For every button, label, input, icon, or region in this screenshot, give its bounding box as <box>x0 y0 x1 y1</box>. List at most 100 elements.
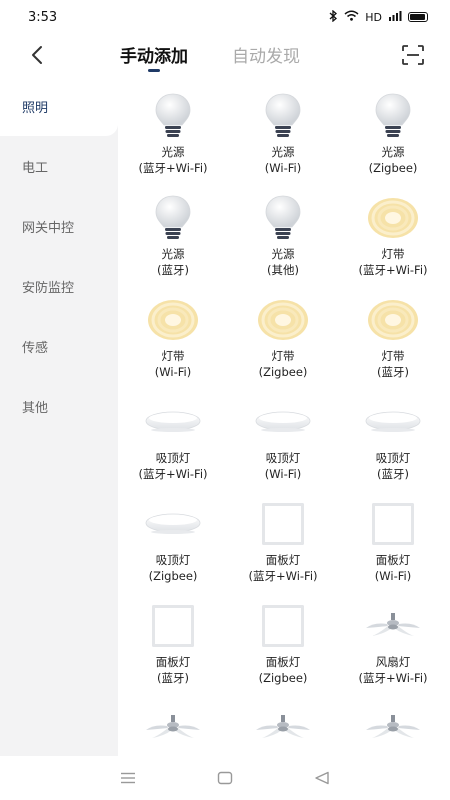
network-type-label: HD <box>365 10 382 24</box>
device-label: 灯带 (Zigbee) <box>259 348 308 380</box>
device-item[interactable]: 面板灯 (蓝牙+Wi-Fi) <box>228 498 338 600</box>
device-item[interactable]: 光源 (Wi-Fi) <box>228 90 338 192</box>
bluetooth-icon <box>329 9 338 25</box>
fan-light-icon <box>363 600 423 652</box>
battery-icon <box>408 12 428 22</box>
device-item[interactable]: 风扇灯 (蓝牙+Wi-Fi) <box>338 600 448 702</box>
device-item[interactable] <box>228 702 338 756</box>
fan-light-icon <box>363 702 423 754</box>
device-protocol: (Wi-Fi) <box>264 467 302 481</box>
device-protocol: (Zigbee) <box>258 671 308 685</box>
light-strip-icon <box>143 294 203 346</box>
device-protocol: (蓝牙+Wi-Fi) <box>138 467 208 481</box>
device-item[interactable]: 灯带 (Zigbee) <box>228 294 338 396</box>
device-label: 面板灯 (Zigbee) <box>259 654 308 686</box>
sidebar-item-gateway[interactable]: 网关中控 <box>0 196 118 256</box>
add-mode-tabs: 手动添加 自动发现 <box>120 38 300 72</box>
menu-button[interactable] <box>108 763 148 793</box>
panel-light-icon <box>143 600 203 652</box>
device-label: 吸顶灯 (蓝牙) <box>376 450 411 482</box>
sidebar-item-label: 安防监控 <box>22 280 75 296</box>
device-item[interactable]: 光源 (蓝牙) <box>118 192 228 294</box>
scan-button[interactable] <box>398 40 428 70</box>
system-nav-bar <box>0 756 450 800</box>
triangle-back-icon <box>314 771 329 785</box>
device-protocol: (Zigbee) <box>258 365 308 379</box>
device-item[interactable]: 光源 (蓝牙+Wi-Fi) <box>118 90 228 192</box>
device-item[interactable]: 面板灯 (Wi-Fi) <box>338 498 448 600</box>
light-strip-icon <box>253 294 313 346</box>
device-item[interactable]: 灯带 (Wi-Fi) <box>118 294 228 396</box>
device-name: 光源 <box>161 247 185 261</box>
sidebar-item-label: 照明 <box>22 100 49 116</box>
status-time: 3:53 <box>28 9 58 25</box>
device-grid-panel: 光源 (蓝牙+Wi-Fi) 光源 (Wi-Fi) 光源 (Zigbee) 光源 (蓝牙) 光源 (… <box>118 76 450 756</box>
device-item[interactable]: 面板灯 (蓝牙) <box>118 600 228 702</box>
panel-light-icon <box>253 498 313 550</box>
sidebar-item-electrical[interactable]: 电工 <box>0 136 118 196</box>
device-item[interactable] <box>118 702 228 756</box>
device-label: 吸顶灯 (Wi-Fi) <box>265 450 301 482</box>
back-button[interactable] <box>22 40 52 70</box>
header: 手动添加 自动发现 <box>0 34 450 76</box>
light-strip-icon <box>363 192 423 244</box>
scan-icon <box>402 45 424 65</box>
device-label: 灯带 (蓝牙) <box>377 348 409 380</box>
device-name: 光源 <box>381 145 405 159</box>
fan-light-icon <box>253 702 313 754</box>
ceiling-light-icon <box>143 498 203 550</box>
device-item[interactable]: 吸顶灯 (Zigbee) <box>118 498 228 600</box>
device-label: 光源 (Zigbee) <box>369 144 418 176</box>
device-item[interactable]: 吸顶灯 (蓝牙) <box>338 396 448 498</box>
device-label: 吸顶灯 (蓝牙+Wi-Fi) <box>138 450 207 482</box>
fan-light-icon <box>143 702 203 754</box>
sidebar-item-label: 其他 <box>22 400 49 416</box>
device-label: 面板灯 (Wi-Fi) <box>375 552 411 584</box>
device-label: 吸顶灯 (Zigbee) <box>149 552 198 584</box>
device-name: 面板灯 <box>265 553 301 567</box>
device-item[interactable]: 灯带 (蓝牙+Wi-Fi) <box>338 192 448 294</box>
device-name: 面板灯 <box>375 553 411 567</box>
sidebar-item-sensor[interactable]: 传感 <box>0 316 118 376</box>
device-name: 面板灯 <box>155 655 191 669</box>
device-label: 风扇灯 (蓝牙+Wi-Fi) <box>358 654 427 686</box>
device-item[interactable]: 光源 (其他) <box>228 192 338 294</box>
device-item[interactable]: 面板灯 (Zigbee) <box>228 600 338 702</box>
bulb-icon <box>143 90 203 142</box>
device-item[interactable]: 光源 (Zigbee) <box>338 90 448 192</box>
device-protocol: (蓝牙) <box>157 263 189 277</box>
home-button[interactable] <box>205 763 245 793</box>
status-bar: 3:53 HD <box>0 0 450 34</box>
ceiling-light-icon <box>143 396 203 448</box>
device-name: 光源 <box>271 247 295 261</box>
device-name: 面板灯 <box>265 655 301 669</box>
menu-icon <box>121 772 136 784</box>
back-nav-button[interactable] <box>302 763 342 793</box>
sidebar-item-security[interactable]: 安防监控 <box>0 256 118 316</box>
device-name: 吸顶灯 <box>155 553 191 567</box>
device-label: 光源 (其他) <box>267 246 299 278</box>
device-item[interactable]: 吸顶灯 (Wi-Fi) <box>228 396 338 498</box>
sidebar-item-other[interactable]: 其他 <box>0 376 118 436</box>
bulb-icon <box>363 90 423 142</box>
device-protocol: (蓝牙+Wi-Fi) <box>358 671 428 685</box>
device-protocol: (Zigbee) <box>368 161 418 175</box>
device-item[interactable]: 灯带 (蓝牙) <box>338 294 448 396</box>
sidebar-item-lighting[interactable]: 照明 <box>0 76 118 136</box>
panel-light-icon <box>363 498 423 550</box>
device-protocol: (Zigbee) <box>148 569 198 583</box>
bulb-icon <box>253 192 313 244</box>
tab-auto-discover[interactable]: 自动发现 <box>232 38 300 70</box>
bulb-icon <box>143 192 203 244</box>
device-label: 面板灯 (蓝牙+Wi-Fi) <box>248 552 317 584</box>
panel-light-icon <box>253 600 313 652</box>
device-label: 光源 (蓝牙+Wi-Fi) <box>138 144 207 176</box>
tab-manual-add[interactable]: 手动添加 <box>120 38 188 72</box>
device-protocol: (Wi-Fi) <box>374 569 412 583</box>
category-sidebar: 照明 电工 网关中控 安防监控 传感 其他 <box>0 76 118 756</box>
device-protocol: (Wi-Fi) <box>264 161 302 175</box>
light-strip-icon <box>363 294 423 346</box>
device-name: 灯带 <box>381 247 405 261</box>
device-item[interactable]: 吸顶灯 (蓝牙+Wi-Fi) <box>118 396 228 498</box>
device-item[interactable] <box>338 702 448 756</box>
